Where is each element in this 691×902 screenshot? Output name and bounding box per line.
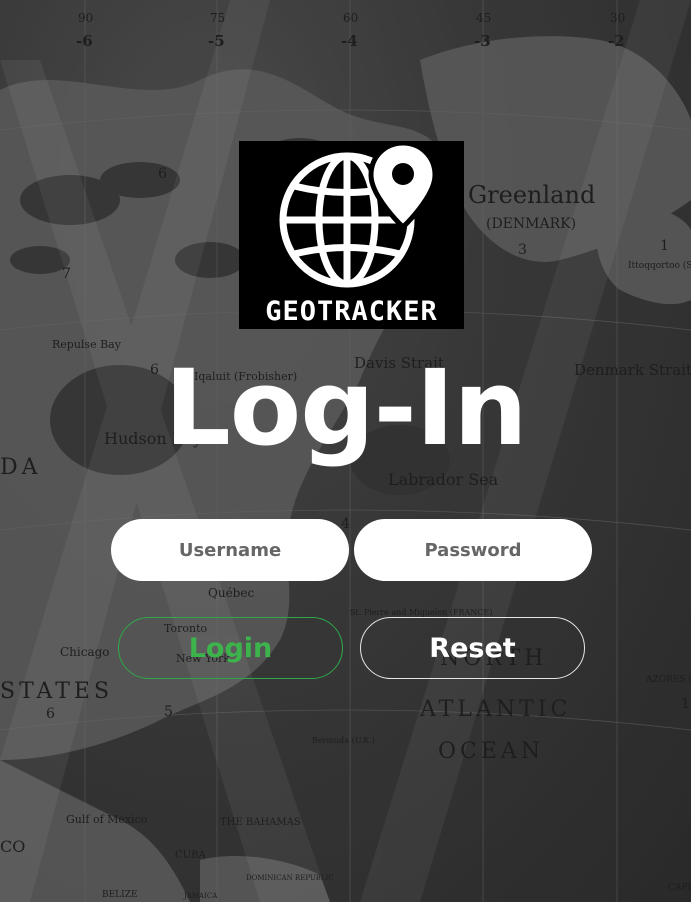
map-label-quebec: Québec	[208, 586, 254, 600]
logo-wordmark: GEOTRACKER	[265, 296, 438, 327]
username-input[interactable]	[111, 519, 349, 581]
map-label-atlantic: ATLANTIC	[419, 697, 571, 722]
map-label-states: STATES	[0, 679, 113, 704]
map-zone-digit: 5	[164, 704, 173, 720]
globe-pin-icon	[279, 141, 438, 288]
map-scale-75: 75	[210, 11, 225, 25]
map-label-greenland: Greenland	[468, 181, 595, 209]
map-zone-minus-2: -2	[608, 32, 625, 50]
map-zone-digit: 4	[341, 516, 350, 532]
login-page: 90 75 60 45 30 -6 -5 -4 -3 -2 Greenland …	[0, 0, 691, 902]
map-label-co: CO	[0, 837, 25, 856]
map-zone-digit: 6	[158, 166, 167, 182]
reset-button[interactable]: Reset	[360, 617, 585, 679]
map-zone-digit: 3	[518, 242, 527, 258]
map-zone-minus-3: -3	[474, 32, 491, 50]
map-label-cape: CAPE	[668, 883, 691, 893]
map-label-belize: BELIZE	[102, 890, 138, 900]
map-label-azores: AZORES (PORT.)	[645, 674, 691, 685]
map-zone-digit: 1	[681, 696, 690, 712]
map-zone-minus-5: -5	[208, 32, 225, 50]
password-input[interactable]	[354, 519, 592, 581]
map-label-ittoqqortoormiit: Ittoqqortoo (Scoresbysu	[628, 260, 691, 271]
map-label-gulf-of-mexico: Gulf of Mexico	[66, 813, 148, 826]
map-zone-minus-6: -6	[76, 32, 93, 50]
map-scale-60: 60	[343, 11, 358, 25]
page-title: Log-In	[164, 347, 527, 469]
map-label-denmark: (DENMARK)	[486, 216, 576, 232]
map-label-ocean: OCEAN	[438, 739, 544, 764]
map-label-cuba: CUBA	[175, 850, 206, 861]
map-zone-minus-4: -4	[341, 32, 358, 50]
map-zone-digit: 1	[660, 238, 669, 254]
map-label-bermuda: Bermuda (U.K.)	[312, 736, 375, 745]
map-label-bahamas: THE BAHAMAS	[220, 817, 301, 828]
map-label-jamaica: JAMAICA	[183, 892, 218, 900]
map-scale-90: 90	[78, 11, 93, 25]
map-label-st-pierre: St. Pierre and Miquelon (FRANCE)	[350, 608, 492, 617]
map-zone-digit: 7	[62, 266, 71, 282]
map-label-chicago: Chicago	[60, 645, 110, 659]
map-scale-30: 30	[610, 11, 625, 25]
login-button[interactable]: Login	[118, 617, 343, 679]
geotracker-logo: GEOTRACKER	[239, 141, 464, 329]
map-zone-digit: 6	[46, 706, 55, 722]
map-label-dominican: DOMINICAN REPUBLIC	[246, 874, 334, 882]
map-scale-45: 45	[476, 11, 491, 25]
